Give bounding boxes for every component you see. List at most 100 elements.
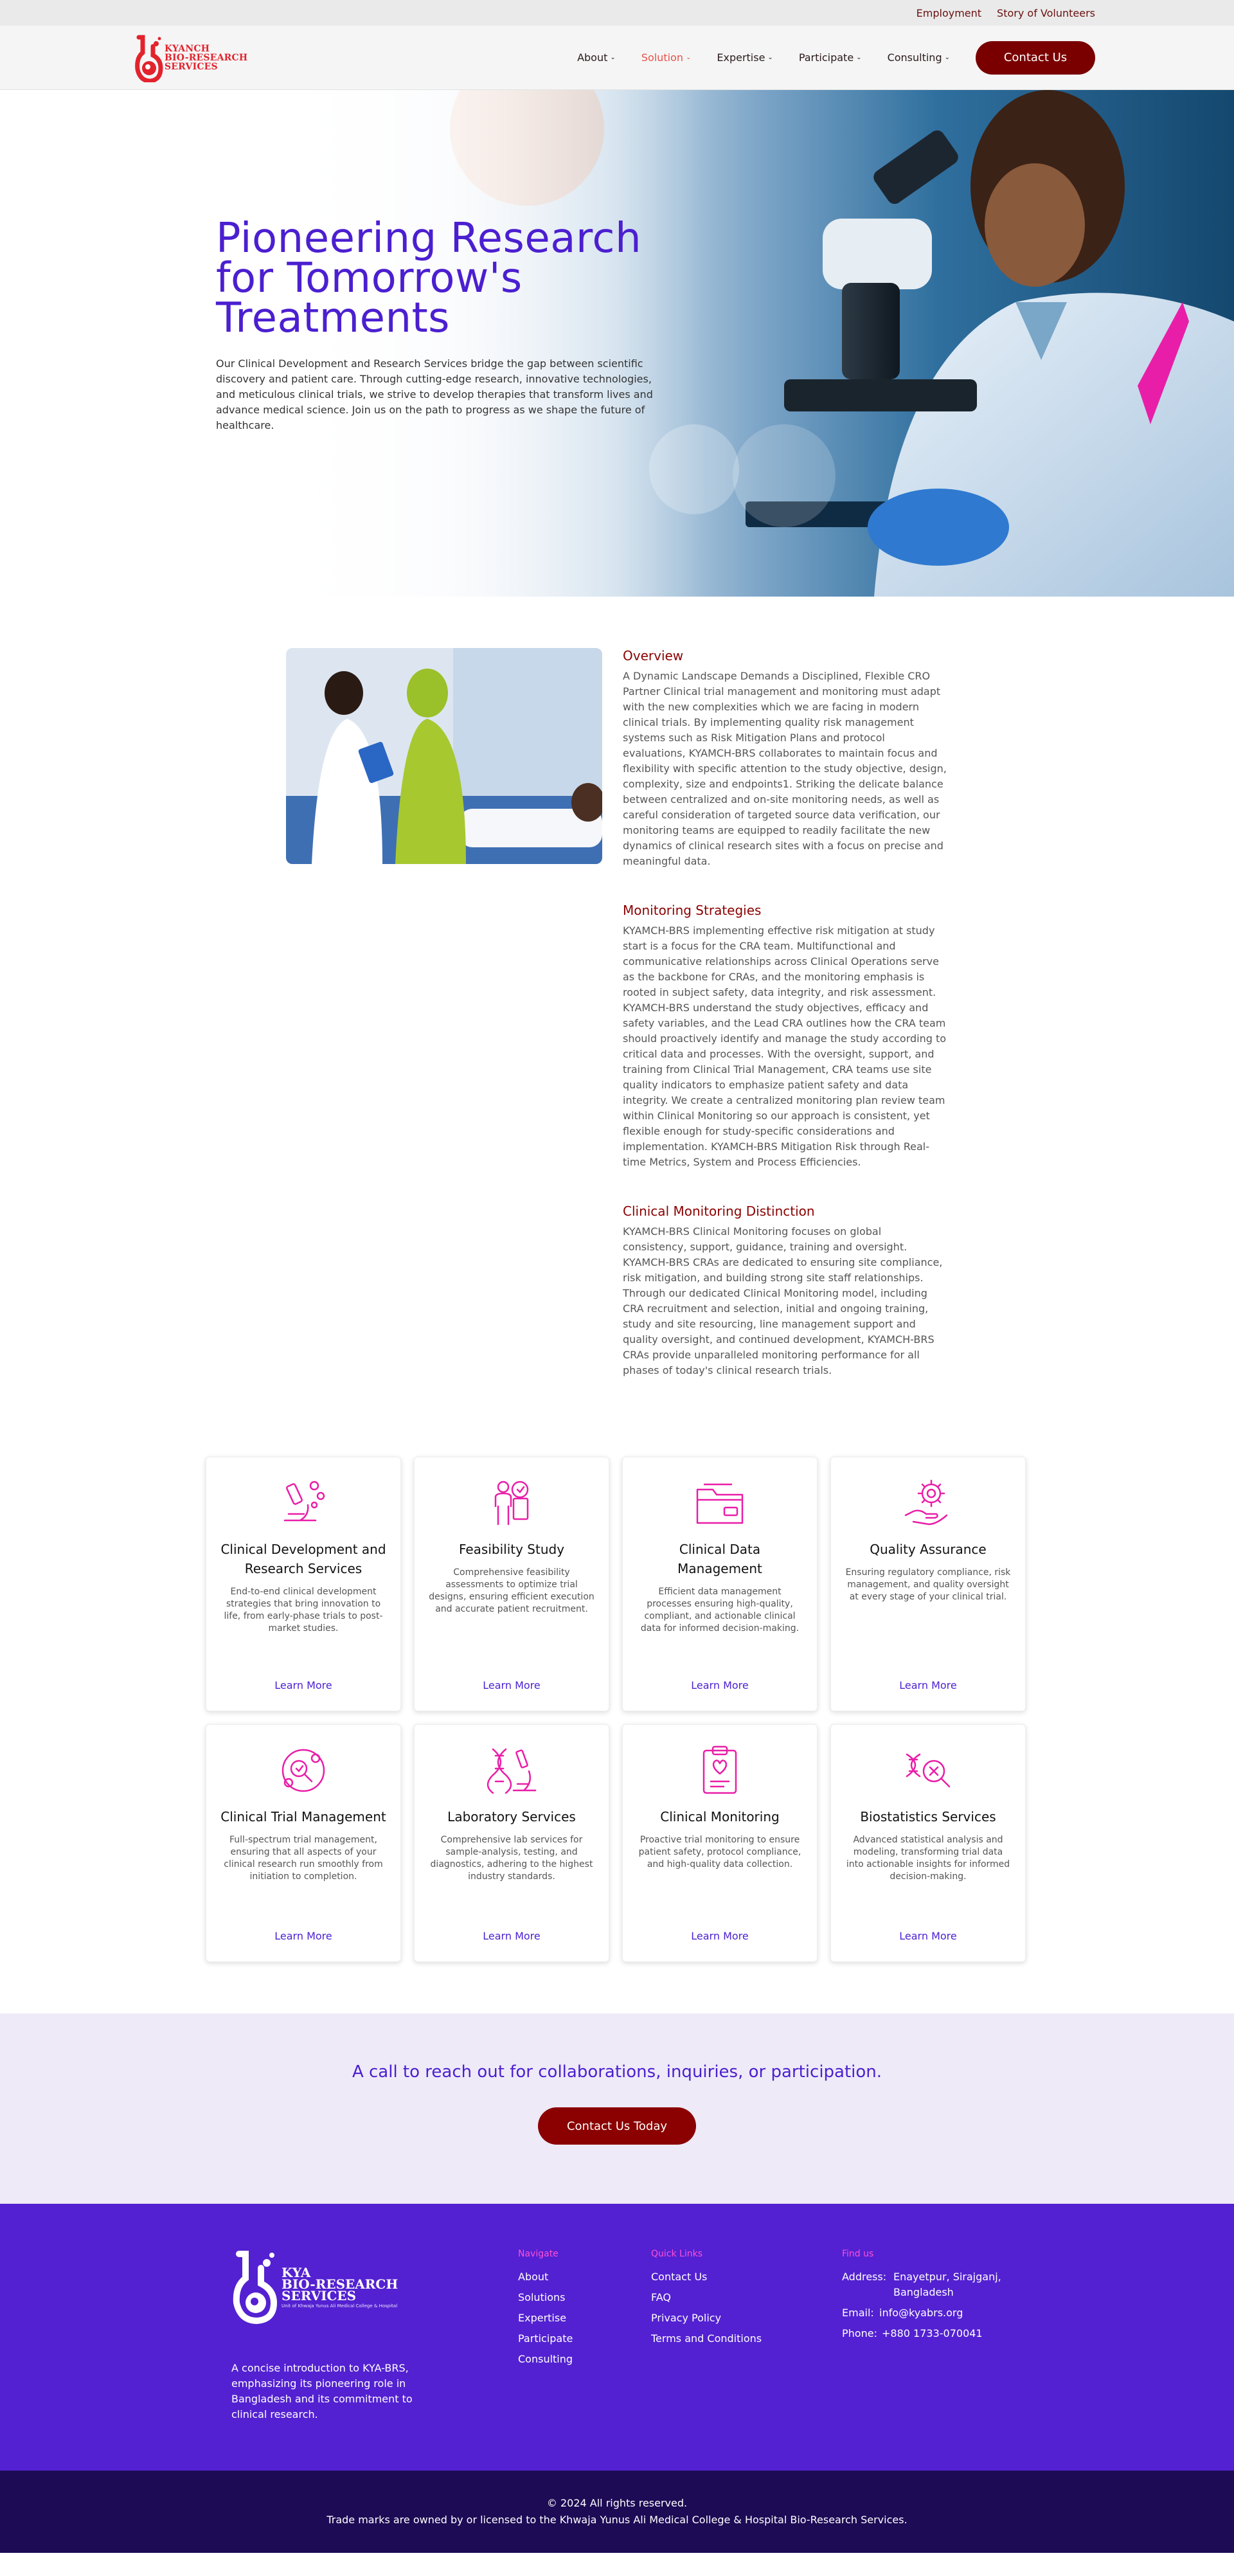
footer-navigate-column: Navigate About Solutions Expertise Parti… (518, 2249, 573, 2372)
footer-link-contact[interactable]: Contact Us (651, 2269, 762, 2285)
footer-about-text: A concise introduction to KYA-BRS, empha… (231, 2362, 413, 2420)
cta-heading: A call to reach out for collaborations, … (352, 2062, 882, 2082)
service-card: Biostatistics Services Advanced statisti… (830, 1724, 1026, 1962)
nav-solution-label: Solution (641, 51, 683, 64)
service-title: Clinical Development and Research Servic… (220, 1542, 386, 1576)
service-title: Clinical Data Management (677, 1542, 762, 1576)
nav-expertise[interactable]: Expertise ⌄ (717, 51, 773, 64)
footer-link-participate[interactable]: Participate (518, 2331, 573, 2346)
learn-more-link[interactable]: Learn More (483, 1679, 540, 1691)
hero-section: Pioneering Research for Tomorrow's Treat… (0, 90, 1234, 597)
service-card: Clinical Development and Research Servic… (206, 1457, 401, 1711)
address-value: Enayetpur, Sirajganj, Bangladesh (893, 2271, 1001, 2298)
monitoring-distinction-block: Clinical Monitoring Distinction KYAMCH-B… (623, 1203, 948, 1378)
service-card: Laboratory Services Comprehensive lab se… (414, 1724, 609, 1962)
hero-description: Our Clinical Development and Research Se… (216, 357, 653, 431)
monitoring-strategies-block: Monitoring Strategies KYAMCH-BRS impleme… (623, 903, 948, 1170)
brand-wordmark: KYANCH BIO-RESEARCH SERVICES (165, 44, 247, 71)
nav-participate-label: Participate (798, 51, 854, 64)
service-description: Comprehensive feasibility assessments to… (429, 1567, 595, 1614)
footer-link-terms[interactable]: Terms and Conditions (651, 2331, 762, 2346)
service-card: Quality Assurance Ensuring regulatory co… (830, 1457, 1026, 1711)
nav-about[interactable]: About ⌄ (577, 51, 616, 64)
chevron-down-icon: ⌄ (685, 54, 692, 61)
learn-more-link[interactable]: Learn More (483, 1930, 540, 1942)
nav-solution[interactable]: Solution ⌄ (641, 51, 692, 64)
overview-paragraph: A Dynamic Landscape Demands a Discipline… (623, 670, 947, 867)
learn-more-link[interactable]: Learn More (899, 1930, 956, 1942)
phone-label: Phone: (842, 2327, 877, 2339)
service-card: Clinical Trial Management Full-spectrum … (206, 1724, 401, 1962)
top-utility-bar: Employment Story of Volunteers (0, 0, 1234, 26)
chevron-down-icon: ⌄ (767, 54, 773, 61)
service-description: End-to-end clinical development strategi… (224, 1587, 383, 1634)
overview-block: Overview A Dynamic Landscape Demands a D… (623, 648, 948, 869)
footer-brand-tagline: Unit of Khwaja Yunus Ali Medical College… (282, 2303, 398, 2309)
contact-us-today-button[interactable]: Contact Us Today (538, 2107, 696, 2145)
brand-logo[interactable]: KYANCH BIO-RESEARCH SERVICES (134, 33, 247, 82)
phone-value[interactable]: +880 1733-070041 (882, 2326, 983, 2341)
clinical-care-photo (286, 648, 602, 864)
main-nav: About ⌄ Solution ⌄ Expertise ⌄ Participate ⌄… (577, 41, 1095, 75)
trial-management-icon (282, 1749, 325, 1792)
footer-link-expertise[interactable]: Expertise (518, 2310, 573, 2326)
volunteers-story-link[interactable]: Story of Volunteers (997, 7, 1095, 19)
service-card: Clinical Data Management Efficient data … (622, 1457, 818, 1711)
footer-link-consulting[interactable]: Consulting (518, 2352, 573, 2367)
footer-address-row: Address: Enayetpur, Sirajganj, Banglades… (842, 2269, 1035, 2300)
monitoring-strategies-paragraph: KYAMCH-BRS implementing effective risk m… (623, 924, 947, 1168)
service-description: Ensuring regulatory compliance, risk man… (845, 1567, 1011, 1602)
hero-content: Pioneering Research for Tomorrow's Treat… (216, 215, 679, 433)
copyright-text: © 2024 All rights reserved. (546, 2497, 688, 2509)
doctors-with-patient-image (286, 648, 602, 864)
footer-link-faq[interactable]: FAQ (651, 2290, 762, 2305)
email-label: Email: (842, 2307, 874, 2319)
chevron-down-icon: ⌄ (856, 54, 862, 61)
data-folder-icon (696, 1483, 744, 1524)
footer-link-about[interactable]: About (518, 2269, 573, 2285)
brand-line-2: BIO-RESEARCH (165, 52, 248, 63)
nav-consulting[interactable]: Consulting ⌄ (888, 51, 950, 64)
email-value[interactable]: info@kyabrs.org (879, 2305, 963, 2321)
flask-logo-icon (135, 35, 163, 82)
footer-logo[interactable]: KYA BIO-RESEARCH SERVICES Unit of Khwaja… (231, 2249, 398, 2325)
learn-more-link[interactable]: Learn More (274, 1930, 332, 1942)
footer-phone-row: Phone: +880 1733-070041 (842, 2326, 1035, 2341)
service-description: Efficient data management processes ensu… (640, 1587, 800, 1634)
learn-more-link[interactable]: Learn More (691, 1679, 748, 1691)
footer-find-us-heading: Find us (842, 2249, 874, 2259)
nav-participate[interactable]: Participate ⌄ (799, 51, 862, 64)
address-label: Address: (842, 2271, 887, 2283)
employment-link[interactable]: Employment (917, 7, 981, 19)
header-contact-button[interactable]: Contact Us (976, 41, 1095, 75)
nav-consulting-label: Consulting (887, 51, 942, 64)
dna-magnifier-icon (906, 1753, 951, 1788)
learn-more-link[interactable]: Learn More (274, 1679, 332, 1691)
service-title: Laboratory Services (447, 1809, 576, 1824)
service-title: Clinical Trial Management (220, 1809, 386, 1824)
chevron-down-icon: ⌄ (610, 54, 616, 61)
monitoring-distinction-paragraph: KYAMCH-BRS Clinical Monitoring focuses o… (623, 1225, 943, 1376)
overview-heading: Overview (623, 648, 684, 663)
service-title: Quality Assurance (870, 1542, 987, 1557)
learn-more-link[interactable]: Learn More (691, 1930, 748, 1942)
trademark-text: Trade marks are owned by or licensed to … (326, 2514, 908, 2526)
footer-email-row: Email: info@kyabrs.org (842, 2305, 1035, 2321)
overview-section: Overview A Dynamic Landscape Demands a D… (286, 648, 948, 1412)
footer-link-solutions[interactable]: Solutions (518, 2290, 573, 2305)
service-card: Feasibility Study Comprehensive feasibil… (414, 1457, 609, 1711)
microscope-icon (283, 1481, 325, 1522)
footer-quick-links-column: Quick Links Contact Us FAQ Privacy Polic… (651, 2249, 762, 2352)
footer: KYA BIO-RESEARCH SERVICES Unit of Khwaja… (0, 2204, 1234, 2471)
service-title: Biostatistics Services (860, 1809, 996, 1824)
clipboard-heart-icon (702, 1745, 737, 1794)
learn-more-link[interactable]: Learn More (899, 1679, 956, 1691)
footer-link-privacy[interactable]: Privacy Policy (651, 2310, 762, 2326)
hero-title: Pioneering Research for Tomorrow's Treat… (216, 215, 642, 342)
footer-bottom-bar: © 2024 All rights reserved. Trade marks … (0, 2471, 1234, 2553)
main-header: KYANCH BIO-RESEARCH SERVICES About ⌄ Solu… (0, 26, 1234, 90)
service-title: Feasibility Study (458, 1542, 565, 1557)
monitoring-distinction-heading: Clinical Monitoring Distinction (623, 1203, 815, 1219)
quality-gear-hand-icon (904, 1479, 948, 1526)
dna-microscope-icon (487, 1748, 537, 1794)
